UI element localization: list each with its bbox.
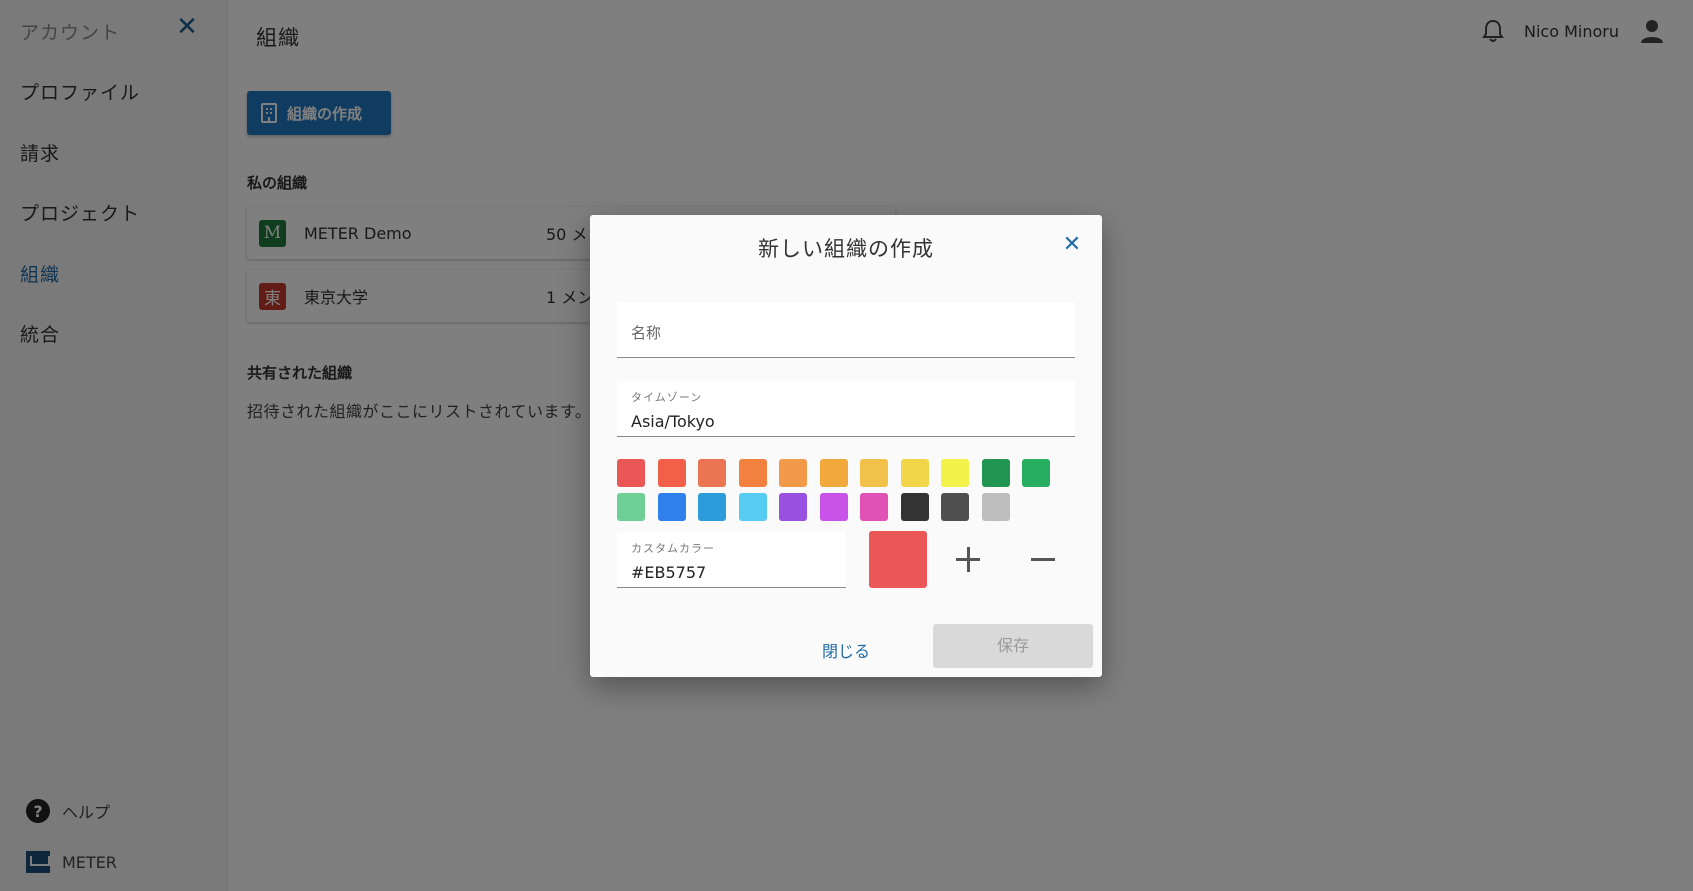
save-button[interactable]: 保存 — [933, 624, 1093, 668]
color-swatch[interactable] — [657, 493, 686, 521]
color-swatch[interactable] — [738, 459, 767, 487]
color-swatch[interactable] — [819, 493, 848, 521]
color-swatch[interactable] — [657, 459, 686, 487]
color-swatch[interactable] — [819, 459, 848, 487]
color-swatch[interactable] — [941, 493, 969, 521]
custom-color-label: カスタムカラー — [631, 542, 715, 555]
color-swatch[interactable] — [941, 459, 969, 487]
color-swatch[interactable] — [860, 493, 888, 521]
add-color-button[interactable] — [956, 545, 986, 575]
dialog-title: 新しい組織の作成 — [758, 237, 934, 261]
color-swatch[interactable] — [617, 493, 645, 521]
color-swatch[interactable] — [779, 459, 807, 487]
color-swatch[interactable] — [860, 459, 888, 487]
timezone-field[interactable]: タイムゾーン Asia/Tokyo — [617, 381, 1075, 437]
custom-color-value: #EB5757 — [631, 563, 707, 582]
color-swatch[interactable] — [1022, 459, 1050, 487]
color-preview — [869, 531, 927, 588]
timezone-field-value: Asia/Tokyo — [631, 412, 715, 431]
color-swatch[interactable] — [900, 459, 929, 487]
name-field-label: 名称 — [631, 324, 662, 342]
color-swatch[interactable] — [981, 459, 1010, 487]
name-field[interactable]: 名称 — [617, 302, 1075, 358]
create-organization-dialog: 新しい組織の作成 ✕ 名称 タイムゾーン Asia/Tokyo カスタムカラー … — [590, 215, 1102, 677]
color-swatch[interactable] — [779, 493, 807, 521]
custom-color-field[interactable]: カスタムカラー #EB5757 — [617, 532, 846, 588]
color-swatch[interactable] — [698, 493, 726, 521]
color-swatch[interactable] — [900, 493, 929, 521]
close-button[interactable]: 閉じる — [790, 635, 902, 669]
dialog-close-icon[interactable]: ✕ — [1062, 234, 1082, 256]
timezone-field-label: タイムゾーン — [631, 391, 703, 404]
color-swatch[interactable] — [981, 493, 1010, 521]
color-swatch[interactable] — [738, 493, 767, 521]
color-swatch[interactable] — [698, 459, 726, 487]
color-swatch[interactable] — [617, 459, 645, 487]
remove-color-button[interactable] — [1031, 545, 1061, 575]
